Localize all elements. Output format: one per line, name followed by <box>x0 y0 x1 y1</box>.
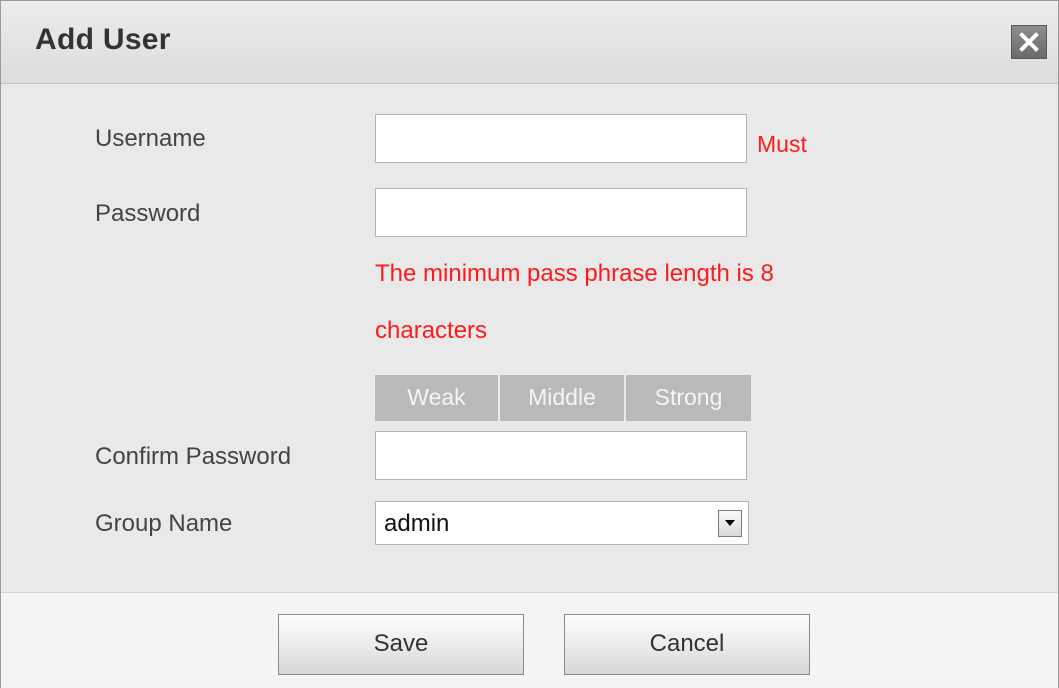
group-name-select[interactable]: admin <box>375 501 749 545</box>
username-label: Username <box>95 125 206 152</box>
password-label: Password <box>95 200 201 227</box>
cancel-button[interactable]: Cancel <box>564 614 810 675</box>
username-input[interactable] <box>375 114 747 163</box>
dropdown-arrow-icon <box>725 520 735 526</box>
password-input[interactable] <box>375 188 747 237</box>
confirm-password-input[interactable] <box>375 431 747 480</box>
dialog-title: Add User <box>35 23 171 56</box>
group-name-selected-value: admin <box>384 510 450 537</box>
strength-middle: Middle <box>500 375 626 421</box>
save-button[interactable]: Save <box>278 614 524 675</box>
dropdown-arrow-button[interactable] <box>718 510 742 537</box>
required-indicator: Must <box>757 131 807 157</box>
strength-weak: Weak <box>375 375 500 421</box>
dialog-title-bar: Add User <box>1 1 1058 84</box>
confirm-password-label: Confirm Password <box>95 443 292 470</box>
close-button[interactable] <box>1011 25 1047 59</box>
strength-strong: Strong <box>626 375 751 421</box>
group-name-label: Group Name <box>95 510 233 537</box>
add-user-dialog: Add User Username Must Password The mini… <box>0 0 1059 688</box>
dialog-footer: Save Cancel <box>1 592 1058 688</box>
password-hint-line1: The minimum pass phrase length is 8 <box>375 260 774 287</box>
password-hint-line2: characters <box>375 317 488 344</box>
close-icon <box>1019 32 1039 52</box>
password-strength-meter: Weak Middle Strong <box>375 375 751 421</box>
